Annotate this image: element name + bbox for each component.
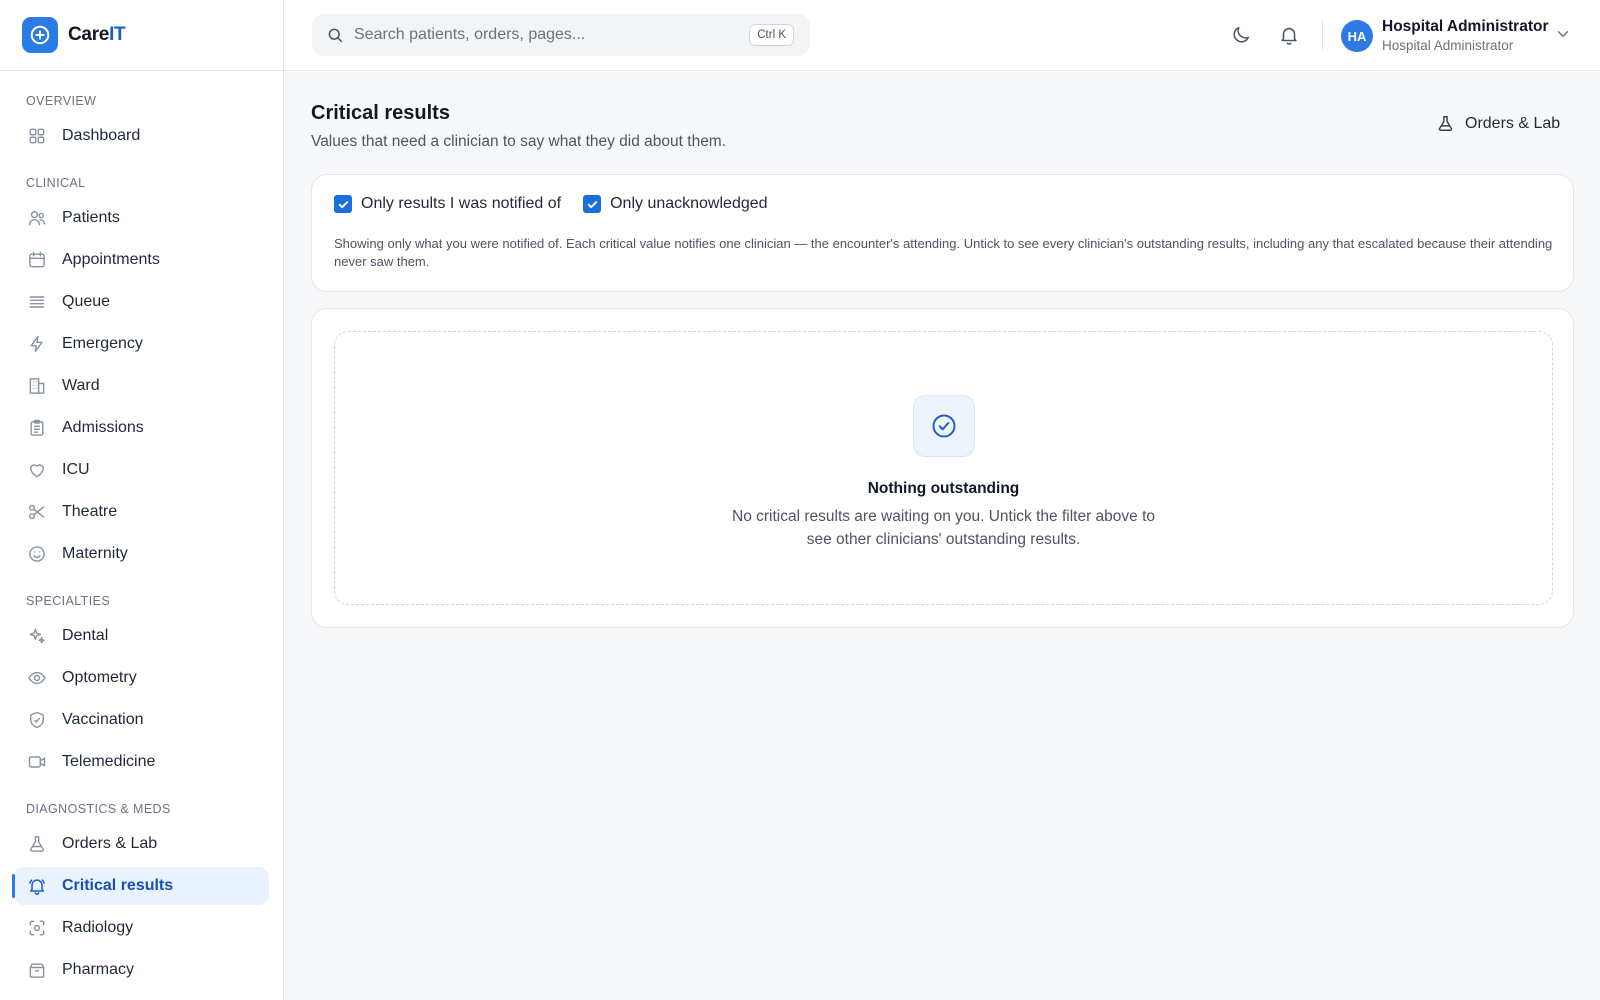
topbar-divider [1322,20,1323,50]
search-shortcut-badge: Ctrl K [749,24,794,46]
scan-icon [26,917,48,939]
sidebar-item-label: Radiology [62,919,134,936]
flask-icon [26,833,48,855]
chevron-down-icon[interactable] [1554,25,1572,48]
nav-section-title: OVERVIEW [26,94,97,108]
sidebar-item-appointments[interactable]: Appointments [14,241,269,279]
sidebar-item-label: Maternity [62,545,128,562]
sidebar-item-label: Emergency [62,335,143,352]
sidebar-item-label: Appointments [62,251,160,268]
brand[interactable]: CareIT [0,0,283,71]
sidebar-item-label: Pharmacy [62,961,135,978]
sidebar-item-patients[interactable]: Patients [14,199,269,237]
sidebar-item-critical-results[interactable]: Critical results [12,867,269,905]
moon-icon[interactable] [1228,22,1254,48]
user-name[interactable]: Hospital Administrator [1382,18,1549,36]
sidebar-item-label: Vaccination [62,711,144,728]
sidebar: CareIT OVERVIEW Dashboard CLINICAL Patie… [0,0,284,1000]
sidebar-item-queue[interactable]: Queue [14,283,269,321]
sidebar-item-label: Orders & Lab [62,835,158,852]
check-circle-icon [913,395,975,457]
search-icon [326,26,344,44]
bell-ring-icon [26,875,48,897]
results-card: Nothing outstanding No critical results … [311,308,1574,628]
sidebar-item-dental[interactable]: Dental [14,617,269,655]
unacknowledged-checkbox[interactable] [583,195,602,213]
clipboard-icon [26,417,48,439]
flask-icon [1436,114,1455,133]
search-input[interactable] [354,26,734,44]
page-subtitle: Values that need a clinician to say what… [311,133,727,150]
sidebar-item-theatre[interactable]: Theatre [14,493,269,531]
nav-section-title: CLINICAL [26,176,86,190]
sidebar-item-label: Admissions [62,419,144,436]
notified-checkbox[interactable] [334,195,352,213]
brand-name: CareIT [68,24,126,45]
nav-section-title: SPECIALTIES [26,594,111,608]
video-icon [26,751,48,773]
sidebar-item-maternity[interactable]: Maternity [14,535,269,573]
page-title: Critical results [311,102,450,124]
empty-state: Nothing outstanding No critical results … [334,331,1553,605]
sidebar-item-icu[interactable]: ICU [14,451,269,489]
shield-check-icon [26,709,48,731]
filters-card: Only results I was notified of Only unac… [311,174,1574,292]
unacknowledged-checkbox-label[interactable]: Only unacknowledged [610,195,767,213]
sidebar-item-label: Dashboard [62,127,141,144]
sidebar-item-pharmacy[interactable]: Pharmacy [14,951,269,989]
orders-lab-link[interactable]: Orders & Lab [1436,114,1560,133]
sidebar-item-label: Dental [62,627,109,644]
building-icon [26,375,48,397]
avatar[interactable]: HA [1341,20,1373,52]
sidebar-item-vaccination[interactable]: Vaccination [14,701,269,739]
list-icon [26,291,48,313]
lightning-icon [26,333,48,355]
topbar: Ctrl K HA Hospital Administrator Hospita… [284,0,1600,71]
sidebar-item-label: Ward [62,377,100,394]
sidebar-item-ward[interactable]: Ward [14,367,269,405]
filter-note: Showing only what you were notified of. … [334,236,1553,269]
global-search[interactable]: Ctrl K [312,14,810,56]
sidebar-item-label: ICU [62,461,90,478]
sidebar-item-emergency[interactable]: Emergency [14,325,269,363]
smile-icon [26,543,48,565]
sidebar-item-optometry[interactable]: Optometry [14,659,269,697]
sidebar-item-label: Patients [62,209,120,226]
heart-icon [26,459,48,481]
empty-state-title: Nothing outstanding [867,480,1020,497]
users-icon [26,207,48,229]
sidebar-item-telemedicine[interactable]: Telemedicine [14,743,269,781]
notified-checkbox-label[interactable]: Only results I was notified of [361,195,561,213]
grid-icon [26,125,48,147]
plus-circle-icon [22,17,58,53]
sidebar-item-orders-lab[interactable]: Orders & Lab [14,825,269,863]
filter-row: Only results I was notified of Only unac… [334,195,768,213]
bell-icon[interactable] [1276,22,1302,48]
sidebar-item-label: Queue [62,293,111,310]
sidebar-item-admissions[interactable]: Admissions [14,409,269,447]
sidebar-item-label: Theatre [62,503,118,520]
sidebar-item-label: Critical results [62,877,174,894]
pill-box-icon [26,959,48,981]
scissors-icon [26,501,48,523]
sparkles-icon [26,625,48,647]
eye-icon [26,667,48,689]
sidebar-item-label: Optometry [62,669,137,686]
orders-lab-link-label: Orders & Lab [1465,114,1561,132]
calendar-icon [26,249,48,271]
empty-state-text: No critical results are waiting on you. … [732,508,1155,548]
nav-section-title: DIAGNOSTICS & MEDS [26,802,171,816]
sidebar-item-radiology[interactable]: Radiology [14,909,269,947]
sidebar-item-label: Telemedicine [62,753,156,770]
user-role: Hospital Administrator [1382,38,1514,53]
sidebar-item-dashboard[interactable]: Dashboard [14,117,269,155]
sidebar-nav: OVERVIEW Dashboard CLINICAL Patients App… [0,71,283,989]
